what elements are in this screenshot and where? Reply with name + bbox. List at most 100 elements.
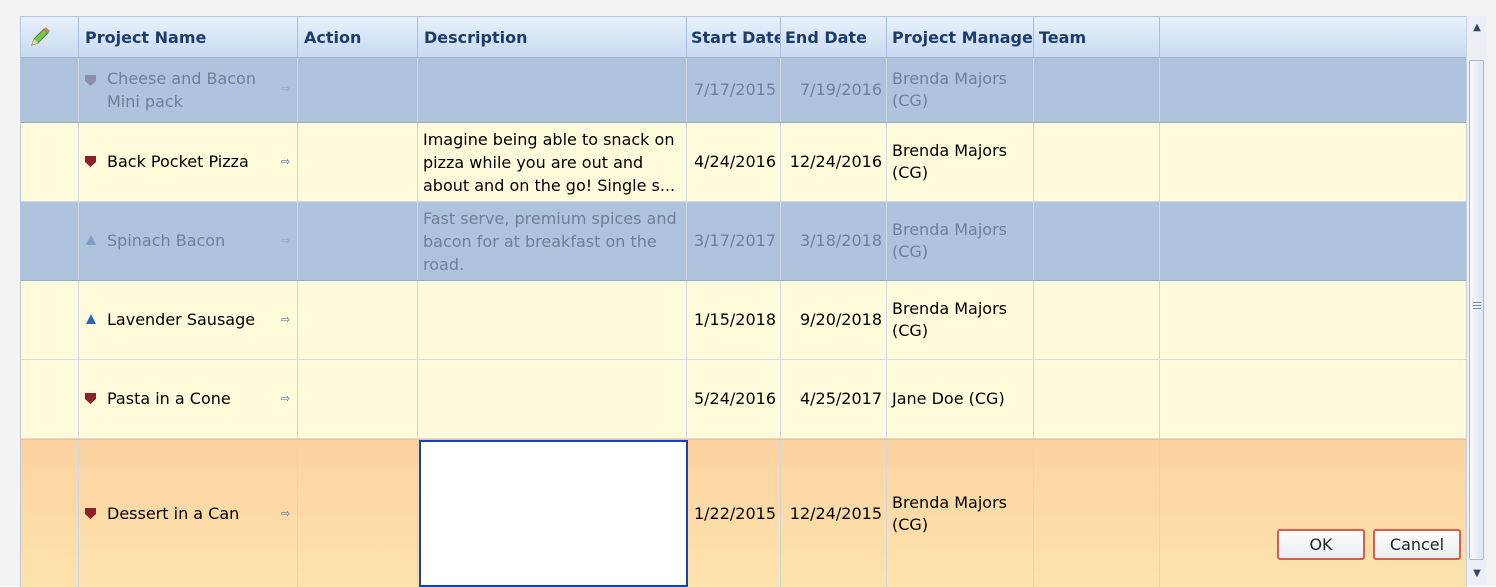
column-header-row: Project Name Action Description Start Da… [21,17,1467,58]
shield-icon [85,156,97,168]
hierarchy-link-icon[interactable]: ⇨ [281,393,290,405]
hierarchy-link-icon[interactable]: ⇨ [281,156,290,168]
end-date-cell[interactable]: 7/19/2016 [781,58,887,122]
row-selector[interactable] [21,281,79,359]
start-date-cell[interactable]: 1/22/2015 [687,440,781,587]
project-name-cell[interactable]: Spinach Bacon ⇨ [79,202,298,280]
column-header-action[interactable]: Action [298,17,418,57]
column-header-start-date[interactable]: Start Date [687,17,781,57]
description-cell[interactable] [418,281,687,359]
vertical-scrollbar[interactable]: ▲ ▼ [1466,16,1487,586]
team-cell[interactable] [1034,58,1160,122]
project-manager-cell[interactable]: Jane Doe (CG) [887,360,1034,438]
project-manager-cell[interactable]: Brenda Majors (CG) [887,440,1034,587]
project-name: Cheese and Bacon [107,69,256,88]
action-cell[interactable] [298,281,418,359]
action-cell[interactable] [298,440,418,587]
wedge-icon [85,314,97,326]
start-date-cell[interactable]: 1/15/2018 [687,281,781,359]
description-line: Imagine being able to snack on [423,129,675,149]
pm-name: Brenda Majors [892,493,1007,512]
project-manager-cell[interactable]: Brenda Majors (CG) [887,123,1034,201]
project-manager-cell[interactable]: Brenda Majors (CG) [887,58,1034,122]
scroll-up-icon[interactable]: ▲ [1469,20,1485,36]
row-selector[interactable] [21,360,79,438]
project-manager-cell[interactable]: Brenda Majors (CG) [887,281,1034,359]
project-manager-cell[interactable]: Brenda Majors (CG) [887,202,1034,280]
cancel-button[interactable]: Cancel [1373,529,1461,560]
project-name-cell[interactable]: Cheese and Bacon Mini pack ⇨ [79,58,298,122]
action-cell[interactable] [298,202,418,280]
project-name: Spinach Bacon [107,231,226,250]
pm-name: Brenda Majors [892,299,1007,318]
column-header-project-name[interactable]: Project Name [79,17,298,57]
description-cell[interactable] [418,360,687,438]
description-edit-field[interactable] [419,440,688,587]
scroll-down-icon[interactable]: ▼ [1469,566,1485,582]
description-cell[interactable]: Imagine being able to snack on pizza whi… [418,123,687,201]
start-date-cell[interactable]: 3/17/2017 [687,202,781,280]
project-name-cell[interactable]: Lavender Sausage ⇨ [79,281,298,359]
column-header-end-date[interactable]: End Date [781,17,887,57]
row-selector[interactable] [21,440,79,587]
edit-column-header [21,17,79,57]
pm-org: (CG) [892,321,929,340]
column-header-project-manager[interactable]: Project Manager [887,17,1034,57]
column-header-team[interactable]: Team [1034,17,1160,57]
start-date-cell[interactable]: 5/24/2016 [687,360,781,438]
row-selector[interactable] [21,202,79,280]
hierarchy-link-icon[interactable]: ⇨ [281,508,290,520]
row-filler [1160,123,1467,201]
pm-org: (CG) [892,515,929,534]
project-name-cell[interactable]: Back Pocket Pizza ⇨ [79,123,298,201]
action-cell[interactable] [298,58,418,122]
team-cell[interactable] [1034,123,1160,201]
row-selector[interactable] [21,58,79,122]
table-row[interactable]: Pasta in a Cone ⇨ 5/24/2016 4/25/2017 Ja… [21,360,1467,439]
row-filler [1160,202,1467,280]
team-cell[interactable] [1034,281,1160,359]
column-header-filler [1160,17,1467,57]
project-name: Dessert in a Can [107,504,240,523]
action-cell[interactable] [298,123,418,201]
start-date-cell[interactable]: 4/24/2016 [687,123,781,201]
hierarchy-link-icon[interactable]: ⇨ [281,83,290,95]
pencil-icon [31,27,50,46]
pm-org: (CG) [892,91,929,110]
end-date-cell[interactable]: 3/18/2018 [781,202,887,280]
row-selector[interactable] [21,123,79,201]
end-date-cell[interactable]: 4/25/2017 [781,360,887,438]
hierarchy-link-icon[interactable]: ⇨ [281,314,290,326]
description-cell[interactable]: Fast serve, premium spices and bacon for… [418,202,687,280]
end-date-cell[interactable]: 9/20/2018 [781,281,887,359]
scrollbar-thumb[interactable] [1469,60,1484,560]
table-row[interactable]: Back Pocket Pizza ⇨ Imagine being able t… [21,123,1467,202]
row-filler [1160,440,1467,587]
table-row[interactable]: Spinach Bacon ⇨ Fast serve, premium spic… [21,202,1467,281]
team-cell[interactable] [1034,440,1160,587]
grid-viewport: Project Name Action Description Start Da… [20,16,1467,587]
table-row[interactable]: Lavender Sausage ⇨ 1/15/2018 9/20/2018 B… [21,281,1467,360]
end-date-cell[interactable]: 12/24/2016 [781,123,887,201]
team-cell[interactable] [1034,202,1160,280]
project-name-cell[interactable]: Dessert in a Can ⇨ [79,440,298,587]
pm-name: Brenda Majors [892,220,1007,239]
project-name: Lavender Sausage [107,310,256,329]
column-header-description[interactable]: Description [418,17,687,57]
description-cell[interactable] [418,58,687,122]
action-cell[interactable] [298,360,418,438]
project-name-cell[interactable]: Pasta in a Cone ⇨ [79,360,298,438]
row-filler [1160,281,1467,359]
shield-icon [85,75,97,87]
project-grid: Project Name Action Description Start Da… [0,0,1496,587]
ok-button[interactable]: OK [1277,529,1365,560]
hierarchy-link-icon[interactable]: ⇨ [281,235,290,247]
table-row-editing[interactable]: Dessert in a Can ⇨ 1/22/2015 12/24/2015 … [21,439,1467,587]
project-name: Mini pack [107,92,183,111]
table-row[interactable]: Cheese and Bacon Mini pack ⇨ 7/17/2015 7… [21,58,1467,123]
start-date-cell[interactable]: 7/17/2015 [687,58,781,122]
description-line: pizza while you are out and [423,152,644,172]
team-cell[interactable] [1034,360,1160,438]
end-date-cell[interactable]: 12/24/2015 [781,440,887,587]
pm-name: Brenda Majors [892,141,1007,160]
